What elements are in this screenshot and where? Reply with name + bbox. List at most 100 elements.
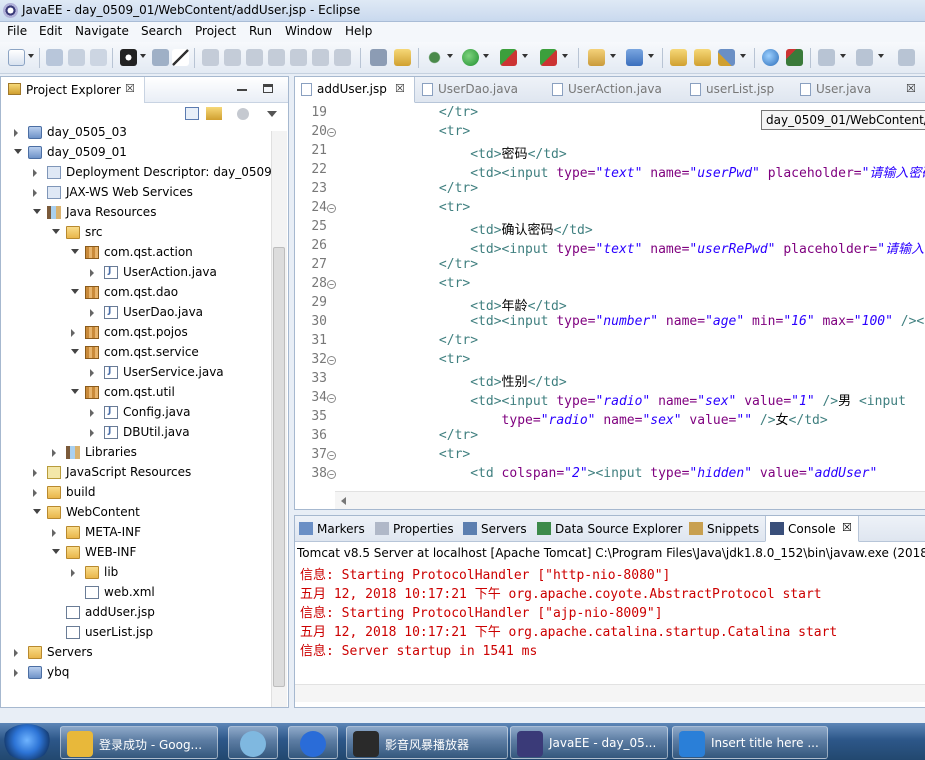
tree-item[interactable]: Java Resources: [1, 203, 271, 223]
tree-item[interactable]: WEB-INF: [1, 543, 271, 563]
external-tools-icon[interactable]: [540, 49, 557, 66]
console-view-tab[interactable]: Servers: [459, 516, 533, 542]
terminal-icon[interactable]: [152, 49, 169, 66]
editor-tab[interactable]: UserAction.java: [546, 77, 684, 103]
chevron-down-icon[interactable]: [483, 54, 489, 58]
tree-item[interactable]: DBUtil.java: [1, 423, 271, 443]
tree-item[interactable]: UserService.java: [1, 363, 271, 383]
tree-item[interactable]: com.qst.util: [1, 383, 271, 403]
console-horizontal-scrollbar[interactable]: [295, 684, 925, 702]
taskbar-button[interactable]: [228, 726, 278, 759]
tree-item[interactable]: com.qst.action: [1, 243, 271, 263]
collapsed-arrow-icon[interactable]: [90, 269, 94, 277]
chevron-down-icon[interactable]: [140, 54, 146, 58]
new-project-icon[interactable]: [588, 49, 605, 66]
tree-item[interactable]: com.qst.dao: [1, 283, 271, 303]
taskbar-button[interactable]: [288, 726, 338, 759]
back-icon[interactable]: [856, 49, 873, 66]
collapsed-arrow-icon[interactable]: [52, 449, 56, 457]
skip-breakpoints-icon[interactable]: [172, 49, 189, 66]
expanded-arrow-icon[interactable]: [52, 549, 60, 554]
collapsed-arrow-icon[interactable]: [33, 189, 37, 197]
minimize-icon[interactable]: [237, 89, 247, 91]
fold-toggle-icon[interactable]: −: [327, 394, 336, 403]
expanded-arrow-icon[interactable]: [33, 209, 41, 214]
taskbar-button[interactable]: JavaEE - day_05...: [510, 726, 668, 759]
expanded-arrow-icon[interactable]: [33, 509, 41, 514]
scroll-left-icon[interactable]: [341, 497, 346, 505]
console-view-tab[interactable]: Data Source Explorer: [533, 516, 685, 542]
tree-item[interactable]: JavaScript Resources: [1, 463, 271, 483]
fold-toggle-icon[interactable]: −: [327, 204, 336, 213]
close-icon[interactable]: ☒: [395, 82, 405, 95]
chevron-down-icon[interactable]: [878, 54, 884, 58]
collapsed-arrow-icon[interactable]: [90, 409, 94, 417]
open-type-icon[interactable]: [670, 49, 687, 66]
tree-item[interactable]: JAX-WS Web Services: [1, 183, 271, 203]
expanded-arrow-icon[interactable]: [71, 289, 79, 294]
menu-edit[interactable]: Edit: [39, 24, 62, 38]
chevron-down-icon[interactable]: [28, 54, 34, 58]
console-view-tab[interactable]: Markers: [295, 516, 371, 542]
console-view-tab[interactable]: Snippets: [685, 516, 765, 542]
tree-item[interactable]: day_0505_03: [1, 123, 271, 143]
collapsed-arrow-icon[interactable]: [14, 129, 18, 137]
chevron-down-icon[interactable]: [522, 54, 528, 58]
tree-item[interactable]: UserAction.java: [1, 263, 271, 283]
collapsed-arrow-icon[interactable]: [33, 469, 37, 477]
print-icon[interactable]: [90, 49, 107, 66]
menu-run[interactable]: Run: [249, 24, 272, 38]
chevron-down-icon[interactable]: [610, 54, 616, 58]
globe-icon[interactable]: [762, 49, 779, 66]
filter-icon[interactable]: [237, 108, 249, 120]
collapsed-arrow-icon[interactable]: [90, 309, 94, 317]
tree-item[interactable]: build: [1, 483, 271, 503]
link-with-editor-icon[interactable]: [206, 107, 222, 120]
collapsed-arrow-icon[interactable]: [33, 169, 37, 177]
menu-project[interactable]: Project: [195, 24, 236, 38]
tree-item[interactable]: WebContent: [1, 503, 271, 523]
run-on-server-icon[interactable]: [500, 49, 517, 66]
web-browser-icon[interactable]: [120, 49, 137, 66]
fold-toggle-icon[interactable]: −: [327, 470, 336, 479]
collapsed-arrow-icon[interactable]: [71, 569, 75, 577]
fold-toggle-icon[interactable]: −: [327, 280, 336, 289]
toggle-mark-icon[interactable]: [370, 49, 387, 66]
last-edit-icon[interactable]: [818, 49, 835, 66]
fold-toggle-icon[interactable]: −: [327, 356, 336, 365]
expanded-arrow-icon[interactable]: [71, 389, 79, 394]
console-view-tab[interactable]: Console ☒: [765, 516, 859, 542]
view-menu-icon[interactable]: [267, 111, 277, 117]
tree-item[interactable]: com.qst.pojos: [1, 323, 271, 343]
collapse-all-icon[interactable]: [185, 107, 199, 120]
maximize-icon[interactable]: [263, 84, 273, 93]
menu-file[interactable]: File: [7, 24, 27, 38]
close-icon[interactable]: ☒: [125, 82, 135, 95]
start-button[interactable]: [2, 724, 52, 760]
collapsed-arrow-icon[interactable]: [90, 369, 94, 377]
debug-icon[interactable]: [426, 49, 443, 66]
tree-item[interactable]: Config.java: [1, 403, 271, 423]
expanded-arrow-icon[interactable]: [71, 249, 79, 254]
chevron-down-icon[interactable]: [447, 54, 453, 58]
tree-item[interactable]: web.xml: [1, 583, 271, 603]
close-icon[interactable]: ☒: [906, 82, 916, 95]
fold-toggle-icon[interactable]: −: [327, 451, 336, 460]
new-class-icon[interactable]: [626, 49, 643, 66]
menu-navigate[interactable]: Navigate: [75, 24, 129, 38]
new-file-icon[interactable]: [8, 49, 25, 66]
expanded-arrow-icon[interactable]: [14, 149, 22, 154]
chevron-down-icon[interactable]: [562, 54, 568, 58]
java-ee-icon[interactable]: [394, 49, 411, 66]
editor-horizontal-scrollbar[interactable]: [335, 491, 925, 509]
menu-window[interactable]: Window: [285, 24, 332, 38]
chevron-down-icon[interactable]: [840, 54, 846, 58]
tree-item[interactable]: addUser.jsp: [1, 603, 271, 623]
editor-tab[interactable]: addUser.jsp ☒: [295, 77, 415, 103]
collapsed-arrow-icon[interactable]: [33, 489, 37, 497]
console-view-tab[interactable]: Properties: [371, 516, 459, 542]
taskbar-button[interactable]: 影音风暴播放器: [346, 726, 508, 759]
editor-tab[interactable]: userList.jsp: [684, 77, 794, 103]
explorer-scroll-thumb[interactable]: [273, 247, 285, 687]
tree-item[interactable]: userList.jsp: [1, 623, 271, 643]
